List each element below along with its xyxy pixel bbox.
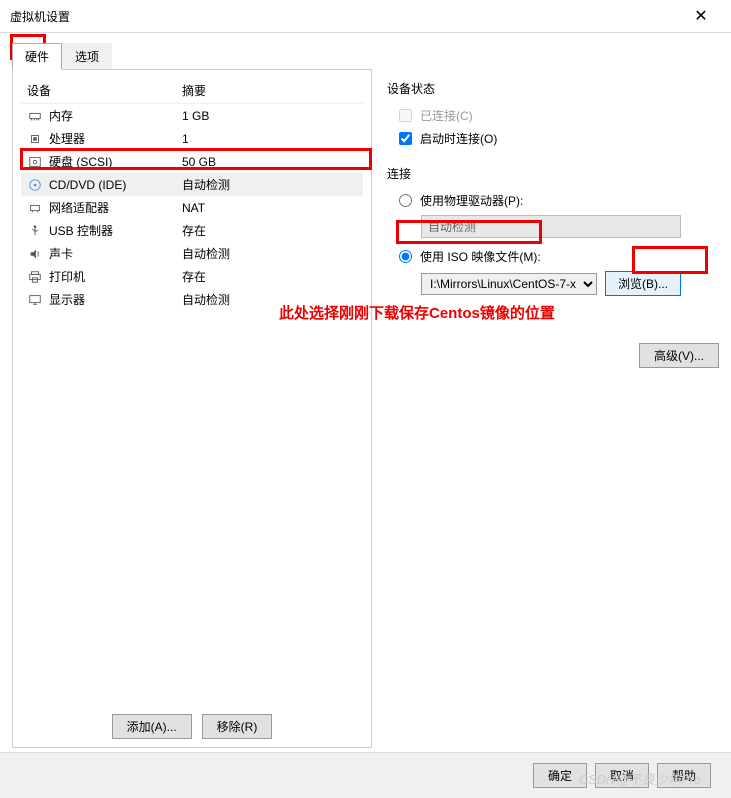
device-list-panel: 设备 摘要 内存1 GB处理器1硬盘 (SCSI)50 GBCD/DVD (ID… <box>12 69 372 748</box>
connect-power-label: 启动时连接(O) <box>420 130 497 147</box>
col-device: 设备 <box>27 82 182 99</box>
device-list: 内存1 GB处理器1硬盘 (SCSI)50 GBCD/DVD (IDE)自动检测… <box>21 104 363 706</box>
dialog-footer: 确定 取消 帮助 <box>0 752 731 798</box>
tab-options[interactable]: 选项 <box>62 43 112 70</box>
device-summary: NAT <box>182 201 205 215</box>
device-row[interactable]: 内存1 GB <box>21 104 363 127</box>
device-summary: 自动检测 <box>182 245 230 262</box>
device-summary: 50 GB <box>182 155 216 169</box>
usb-icon <box>27 224 43 238</box>
tab-hardware[interactable]: 硬件 <box>12 43 62 70</box>
device-summary: 1 GB <box>182 109 209 123</box>
device-row[interactable]: 网络适配器NAT <box>21 196 363 219</box>
connection-title: 连接 <box>387 165 719 182</box>
close-button[interactable]: ✕ <box>681 6 721 26</box>
device-row[interactable]: CD/DVD (IDE)自动检测 <box>21 173 363 196</box>
disk-icon <box>27 155 43 169</box>
device-header: 设备 摘要 <box>21 78 363 104</box>
cd-icon <box>27 178 43 192</box>
device-row[interactable]: USB 控制器存在 <box>21 219 363 242</box>
window-title: 虚拟机设置 <box>10 8 70 25</box>
device-name: USB 控制器 <box>49 222 182 239</box>
device-name: 处理器 <box>49 130 182 147</box>
use-iso-radio[interactable] <box>399 250 412 263</box>
help-button[interactable]: 帮助 <box>657 763 711 788</box>
device-status-group: 设备状态 已连接(C) 启动时连接(O) <box>387 80 719 147</box>
printer-icon <box>27 270 43 284</box>
device-summary: 存在 <box>182 222 206 239</box>
sound-icon <box>27 247 43 261</box>
right-panel: 设备状态 已连接(C) 启动时连接(O) 连接 使用物理驱动器(P): 自 <box>387 70 719 748</box>
device-row[interactable]: 声卡自动检测 <box>21 242 363 265</box>
use-physical-radio-row[interactable]: 使用物理驱动器(P): <box>399 192 719 209</box>
device-status-title: 设备状态 <box>387 80 719 97</box>
connected-label: 已连接(C) <box>420 107 473 124</box>
cancel-button[interactable]: 取消 <box>595 763 649 788</box>
device-summary: 自动检测 <box>182 291 230 308</box>
device-name: 声卡 <box>49 245 182 262</box>
physical-drive-select: 自动检测 <box>421 215 681 238</box>
connect-power-checkbox[interactable] <box>399 132 412 145</box>
device-name: 内存 <box>49 107 182 124</box>
add-button[interactable]: 添加(A)... <box>112 714 192 739</box>
device-name: CD/DVD (IDE) <box>49 178 182 192</box>
connected-checkbox <box>399 109 412 122</box>
memory-icon <box>27 109 43 123</box>
iso-path-select[interactable]: I:\Mirrors\Linux\CentOS-7-x8 <box>421 273 597 295</box>
remove-button[interactable]: 移除(R) <box>202 714 273 739</box>
use-physical-radio[interactable] <box>399 194 412 207</box>
device-summary: 自动检测 <box>182 176 230 193</box>
device-name: 网络适配器 <box>49 199 182 216</box>
cpu-icon <box>27 132 43 146</box>
display-icon <box>27 293 43 307</box>
device-name: 显示器 <box>49 291 182 308</box>
col-summary: 摘要 <box>182 82 206 99</box>
device-summary: 1 <box>182 132 189 146</box>
device-name: 打印机 <box>49 268 182 285</box>
device-row[interactable]: 硬盘 (SCSI)50 GB <box>21 150 363 173</box>
network-icon <box>27 201 43 215</box>
advanced-button[interactable]: 高级(V)... <box>639 343 719 368</box>
connection-group: 连接 使用物理驱动器(P): 自动检测 使用 ISO 映像文件(M): I:\M… <box>387 165 719 368</box>
use-iso-radio-row[interactable]: 使用 ISO 映像文件(M): <box>399 248 719 265</box>
use-iso-label: 使用 ISO 映像文件(M): <box>420 248 541 265</box>
device-summary: 存在 <box>182 268 206 285</box>
ok-button[interactable]: 确定 <box>533 763 587 788</box>
tabs: 硬件 选项 <box>0 33 731 70</box>
device-row[interactable]: 打印机存在 <box>21 265 363 288</box>
browse-button[interactable]: 浏览(B)... <box>605 271 681 296</box>
annotation-text: 此处选择刚刚下载保存Centos镜像的位置 <box>279 302 719 323</box>
connected-checkbox-row: 已连接(C) <box>399 107 719 124</box>
device-row[interactable]: 处理器1 <box>21 127 363 150</box>
use-physical-label: 使用物理驱动器(P): <box>420 192 523 209</box>
device-name: 硬盘 (SCSI) <box>49 153 182 170</box>
connect-power-checkbox-row[interactable]: 启动时连接(O) <box>399 130 719 147</box>
